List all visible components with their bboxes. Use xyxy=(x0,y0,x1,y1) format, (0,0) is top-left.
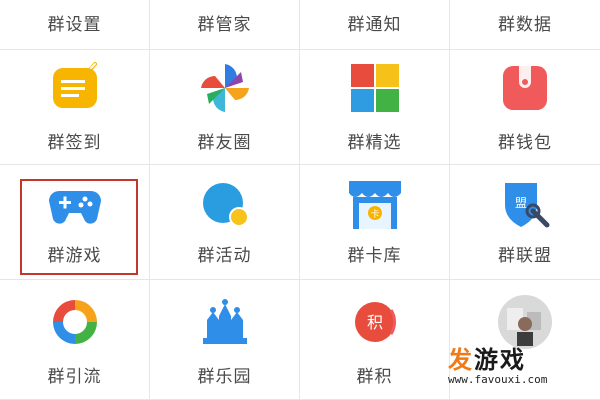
card-store-icon: 卡 xyxy=(347,177,403,233)
wallet-icon xyxy=(497,60,553,116)
grid-item-r1c2[interactable]: 群精选 xyxy=(300,50,450,165)
pinwheel-icon xyxy=(197,60,253,116)
grid-item-label: 群卡库 xyxy=(347,246,402,266)
gamepad-icon xyxy=(47,177,103,233)
grid-item-r1c1[interactable]: 群友圈 xyxy=(150,50,300,165)
grid-item-label: 群游戏 xyxy=(47,246,102,266)
grid-item-label: 群精选 xyxy=(347,133,402,153)
watermark-accent-char: 发 xyxy=(448,346,474,374)
grid-item-label: 群签到 xyxy=(47,133,102,153)
grid-item-label: 群通知 xyxy=(347,15,402,35)
watermark-text: 游戏 xyxy=(474,346,526,374)
grid-item-r0c2[interactable]: 群通知 xyxy=(300,0,450,50)
color-ring-icon xyxy=(47,294,103,350)
grid-item-label: 群友圈 xyxy=(197,133,252,153)
grid-item-label: 群管家 xyxy=(197,15,252,35)
watermark-url: www.favouxi.com xyxy=(448,373,548,386)
grid-item-r2c3[interactable]: 盟 群联盟 xyxy=(450,165,600,280)
grid-item-r0c3[interactable]: 群数据 xyxy=(450,0,600,50)
grid-item-label: 群钱包 xyxy=(498,133,552,153)
grid-item-r3c2[interactable]: 积 群积 xyxy=(300,280,450,400)
crown-park-icon xyxy=(197,294,253,350)
grid-item-r3c1[interactable]: 群乐园 xyxy=(150,280,300,400)
grid-item-r2c0[interactable]: 群游戏 xyxy=(0,165,150,280)
group-features-grid: 群设置 群管家 群通知 群数据 群签到 群友圈 群精选 群钱包 群游戏 群活动 xyxy=(0,0,600,400)
grid-item-label: 群联盟 xyxy=(498,246,552,266)
grid-item-label: 群数据 xyxy=(498,15,552,35)
watermark-logo-text: 发游戏 xyxy=(448,347,548,373)
grid-item-r2c1[interactable]: 群活动 xyxy=(150,165,300,280)
sign-in-note-icon xyxy=(47,60,103,116)
alliance-shield-icon: 盟 xyxy=(497,177,553,233)
grid-item-label: 群引流 xyxy=(47,367,102,387)
grid-item-r0c1[interactable]: 群管家 xyxy=(150,0,300,50)
grid-item-r1c0[interactable]: 群签到 xyxy=(0,50,150,165)
user-avatar-icon xyxy=(497,294,553,350)
grid-item-label: 群乐园 xyxy=(197,367,252,387)
svg-text:盟: 盟 xyxy=(515,196,527,210)
grid-item-r1c3[interactable]: 群钱包 xyxy=(450,50,600,165)
watermark: 发游戏 www.favouxi.com xyxy=(448,347,548,386)
activity-bubble-icon xyxy=(197,177,253,233)
grid-item-label: 群积 xyxy=(356,367,393,387)
four-color-tiles-icon xyxy=(347,60,403,116)
svg-text:积: 积 xyxy=(366,313,382,332)
grid-item-label: 群活动 xyxy=(197,246,252,266)
points-badge-icon: 积 xyxy=(347,294,403,350)
grid-item-label: 群设置 xyxy=(47,15,102,35)
grid-item-r0c0[interactable]: 群设置 xyxy=(0,0,150,50)
svg-text:卡: 卡 xyxy=(370,208,379,220)
grid-item-r3c0[interactable]: 群引流 xyxy=(0,280,150,400)
grid-item-r2c2[interactable]: 卡 群卡库 xyxy=(300,165,450,280)
